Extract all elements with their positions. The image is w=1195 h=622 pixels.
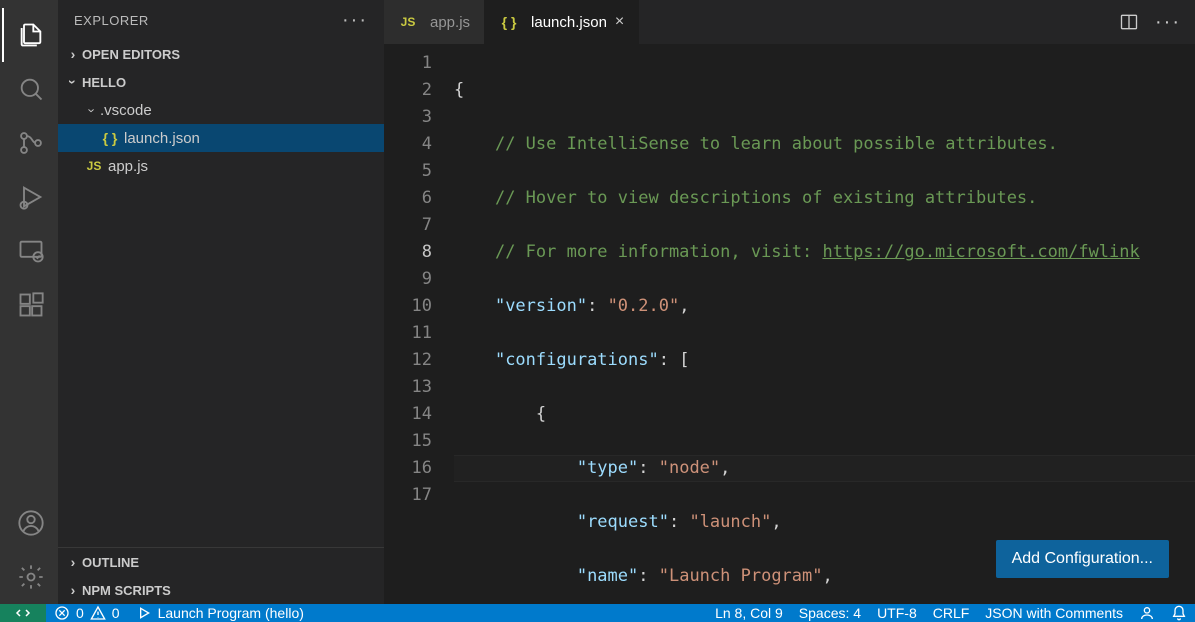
status-eol[interactable]: CRLF (925, 604, 978, 622)
chevron-right-icon: › (64, 46, 82, 62)
activity-accounts-icon[interactable] (3, 496, 58, 550)
activity-explorer-icon[interactable] (2, 8, 57, 62)
chevron-right-icon: › (64, 554, 82, 570)
editor-more-icon[interactable]: ··· (1155, 11, 1181, 34)
activity-search-icon[interactable] (3, 62, 58, 116)
open-editors-section[interactable]: › OPEN EDITORS (58, 40, 384, 68)
status-bar: 0 0 Launch Program (hello) Ln 8, Col 9 S… (0, 604, 1195, 622)
status-problems[interactable]: 0 0 (46, 604, 128, 622)
activity-extensions-icon[interactable] (3, 278, 58, 332)
json-file-icon: { } (100, 130, 120, 146)
split-editor-icon[interactable] (1119, 12, 1139, 32)
tree-file-app-js[interactable]: JS app.js (58, 152, 384, 180)
close-icon[interactable]: × (615, 13, 624, 31)
status-notifications-icon[interactable] (1163, 604, 1195, 622)
sidebar-more-icon[interactable]: ··· (342, 9, 368, 32)
tab-launch-json[interactable]: { } launch.json × (485, 0, 639, 44)
status-encoding[interactable]: UTF-8 (869, 604, 925, 622)
editor-body[interactable]: 1 2 3 4 5 6 7 8 9 10 11 12 13 14 15 16 1… (384, 44, 1195, 604)
chevron-down-icon: › (65, 73, 81, 91)
chevron-down-icon: › (85, 102, 100, 118)
tab-app-js[interactable]: JS app.js (384, 0, 485, 44)
chevron-right-icon: › (64, 582, 82, 598)
editor-tabs: JS app.js { } launch.json × ··· (384, 0, 1195, 44)
folder-section[interactable]: › HELLO (58, 68, 384, 96)
activity-source-control-icon[interactable] (3, 116, 58, 170)
sidebar-title: EXPLORER ··· (58, 0, 384, 40)
npm-scripts-section[interactable]: › NPM SCRIPTS (58, 576, 384, 604)
activity-remote-explorer-icon[interactable] (3, 224, 58, 278)
activity-settings-icon[interactable] (3, 550, 58, 604)
tree-file-launch-json[interactable]: { } launch.json (58, 124, 384, 152)
sidebar: EXPLORER ··· › OPEN EDITORS › HELLO › .v… (58, 0, 384, 604)
activity-run-debug-icon[interactable] (3, 170, 58, 224)
activity-bar (0, 0, 58, 604)
editor-area: JS app.js { } launch.json × ··· 1 2 3 4 (384, 0, 1195, 604)
status-feedback-icon[interactable] (1131, 604, 1163, 622)
js-file-icon: JS (398, 15, 418, 29)
add-configuration-button[interactable]: Add Configuration... (996, 540, 1169, 578)
json-file-icon: { } (499, 14, 519, 30)
tree-folder-vscode[interactable]: › .vscode (58, 96, 384, 124)
code-content[interactable]: { // Use IntelliSense to learn about pos… (454, 44, 1195, 604)
status-debug-target[interactable]: Launch Program (hello) (128, 604, 312, 622)
status-indentation[interactable]: Spaces: 4 (791, 604, 869, 622)
remote-indicator[interactable] (0, 604, 46, 622)
status-cursor-position[interactable]: Ln 8, Col 9 (707, 604, 791, 622)
status-language-mode[interactable]: JSON with Comments (977, 604, 1131, 622)
js-file-icon: JS (84, 159, 104, 173)
outline-section[interactable]: › OUTLINE (58, 548, 384, 576)
file-tree: › .vscode { } launch.json JS app.js (58, 96, 384, 547)
line-gutter: 1 2 3 4 5 6 7 8 9 10 11 12 13 14 15 16 1… (384, 44, 454, 604)
